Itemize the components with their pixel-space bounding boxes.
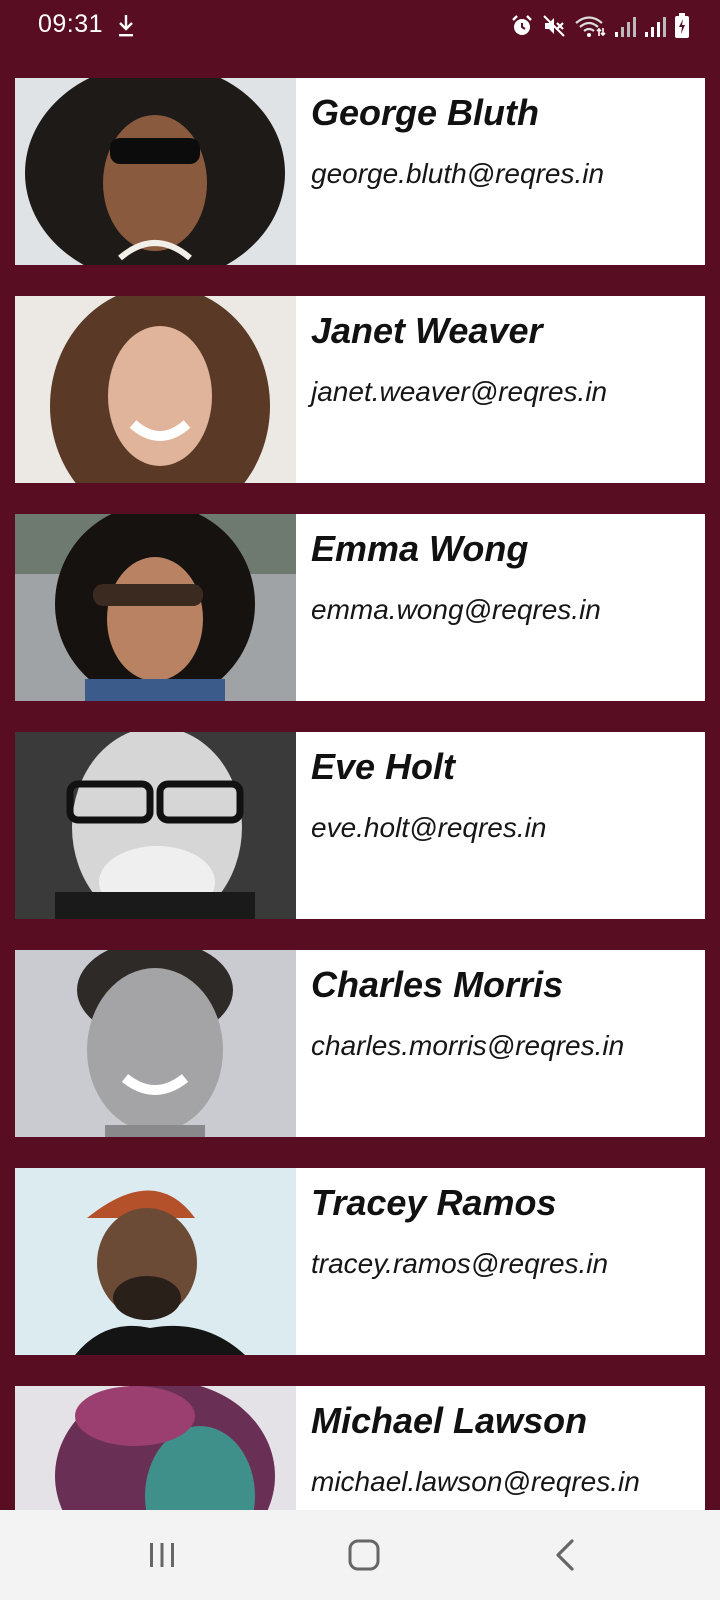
user-email: michael.lawson@reqres.in (311, 1466, 640, 1497)
avatar (15, 296, 296, 483)
alarm-icon (510, 14, 534, 38)
user-name: Eve Holt (311, 746, 456, 787)
mute-icon (542, 14, 566, 38)
user-name: Tracey Ramos (311, 1182, 557, 1223)
user-card[interactable]: Janet Weaver janet.weaver@reqres.in (15, 296, 705, 483)
avatar (15, 1168, 296, 1355)
signal-icon (614, 14, 636, 38)
user-name: Emma Wong (311, 528, 529, 569)
user-email: janet.weaver@reqres.in (311, 376, 608, 407)
user-email: george.bluth@reqres.in (311, 158, 605, 189)
home-icon (348, 1539, 380, 1571)
avatar (15, 950, 296, 1137)
user-card[interactable]: Tracey Ramos tracey.ramos@reqres.in (15, 1168, 705, 1355)
user-card[interactable]: Charles Morris charles.morris@reqres.in (15, 950, 705, 1137)
user-name: Charles Morris (311, 964, 564, 1005)
recent-apps-button[interactable] (122, 1528, 202, 1582)
user-name: Michael Lawson (311, 1400, 588, 1441)
user-card[interactable]: Eve Holt eve.holt@reqres.in (15, 732, 705, 919)
download-icon (116, 13, 136, 39)
user-name: Janet Weaver (311, 310, 543, 351)
back-icon (556, 1539, 574, 1571)
status-bar: 09:31 (0, 0, 720, 52)
user-email: eve.holt@reqres.in (311, 812, 547, 843)
wifi-icon (574, 14, 606, 38)
back-button[interactable] (526, 1528, 606, 1582)
home-button[interactable] (324, 1528, 404, 1582)
user-email: emma.wong@reqres.in (311, 594, 601, 625)
user-name: George Bluth (311, 92, 540, 133)
status-time: 09:31 (38, 10, 104, 38)
recent-apps-icon (150, 1543, 174, 1567)
navigation-bar (0, 1510, 720, 1600)
avatar (15, 78, 296, 265)
user-email: charles.morris@reqres.in (311, 1030, 625, 1061)
user-card[interactable]: George Bluth george.bluth@reqres.in (15, 78, 705, 265)
user-card[interactable]: Emma Wong emma.wong@reqres.in (15, 514, 705, 701)
avatar (15, 732, 296, 919)
avatar (15, 514, 296, 701)
battery-icon (674, 13, 690, 39)
signal-icon (644, 14, 666, 38)
status-icons (510, 12, 690, 40)
user-email: tracey.ramos@reqres.in (311, 1248, 609, 1279)
